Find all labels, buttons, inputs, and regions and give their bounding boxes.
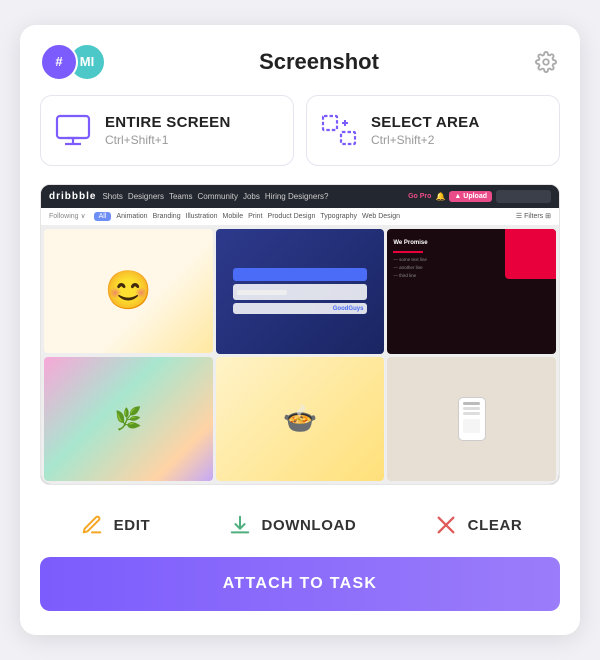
avatar-group: # MI [40,43,106,81]
attach-to-task-button[interactable]: ATTACH TO TASK [40,557,560,611]
capture-options: ENTIRE SCREEN Ctrl+Shift+1 SELECT AREA C… [20,95,580,184]
goodguys-label: GoodGuys [333,306,364,312]
edit-label: EDIT [114,517,151,534]
select-area-label: SELECT AREA Ctrl+Shift+2 [371,114,480,147]
preview-filter-bar: Following ∨ All Animation Branding Illus… [41,208,559,226]
preview-topbar-right: Go Pro 🔔 ▲ Upload [408,190,551,203]
download-icon [226,511,254,539]
entire-screen-shortcut: Ctrl+Shift+1 [105,133,231,147]
preview-grid: 😊 GoodGuys We Promise — some text line— … [41,226,559,485]
grid-cell-mobile [387,357,556,482]
grid-cell-smiley: 😊 [44,229,213,354]
preview-search [496,190,551,203]
select-area-shortcut: Ctrl+Shift+2 [371,133,480,147]
entire-screen-label: ENTIRE SCREEN Ctrl+Shift+1 [105,114,231,147]
clear-label: CLEAR [468,517,523,534]
grid-cell-dark: We Promise — some text line— another lin… [387,229,556,354]
select-area-button[interactable]: SELECT AREA Ctrl+Shift+2 [306,95,560,166]
preview-logo: dribbble [49,191,96,202]
avatar-hashtag-label: # [55,54,62,69]
grid-cell-cards: GoodGuys [216,229,385,354]
action-row: EDIT DOWNLOAD CLEAR [20,499,580,557]
page-title: Screenshot [106,49,532,75]
grid-cell-food: 🍲 [216,357,385,482]
preview-nav: Shots Designers Teams Community Jobs Hir… [102,192,328,201]
main-card: # MI Screenshot [20,25,580,636]
edit-icon [78,511,106,539]
avatar-mi-label: MI [80,54,94,69]
select-area-text: SELECT AREA [371,114,480,131]
download-button[interactable]: DOWNLOAD [226,511,357,539]
clear-button[interactable]: CLEAR [432,511,523,539]
edit-button[interactable]: EDIT [78,511,151,539]
settings-icon[interactable] [532,48,560,76]
preview-topbar: dribbble Shots Designers Teams Community… [41,185,559,208]
attach-btn-wrap: ATTACH TO TASK [20,557,580,611]
monitor-icon [55,114,91,146]
entire-screen-text: ENTIRE SCREEN [105,114,231,131]
entire-screen-button[interactable]: ENTIRE SCREEN Ctrl+Shift+1 [40,95,294,166]
clear-icon [432,511,460,539]
download-label: DOWNLOAD [262,517,357,534]
header: # MI Screenshot [20,25,580,95]
preview-area: dribbble Shots Designers Teams Community… [40,184,560,486]
grid-cell-colorful: 🌿 [44,357,213,482]
filter-all: All [94,212,112,221]
attach-button-label: ATTACH TO TASK [223,575,378,592]
avatar-hashtag: # [40,43,78,81]
preview-upload-btn: ▲ Upload [449,191,492,202]
select-area-icon [321,114,357,146]
